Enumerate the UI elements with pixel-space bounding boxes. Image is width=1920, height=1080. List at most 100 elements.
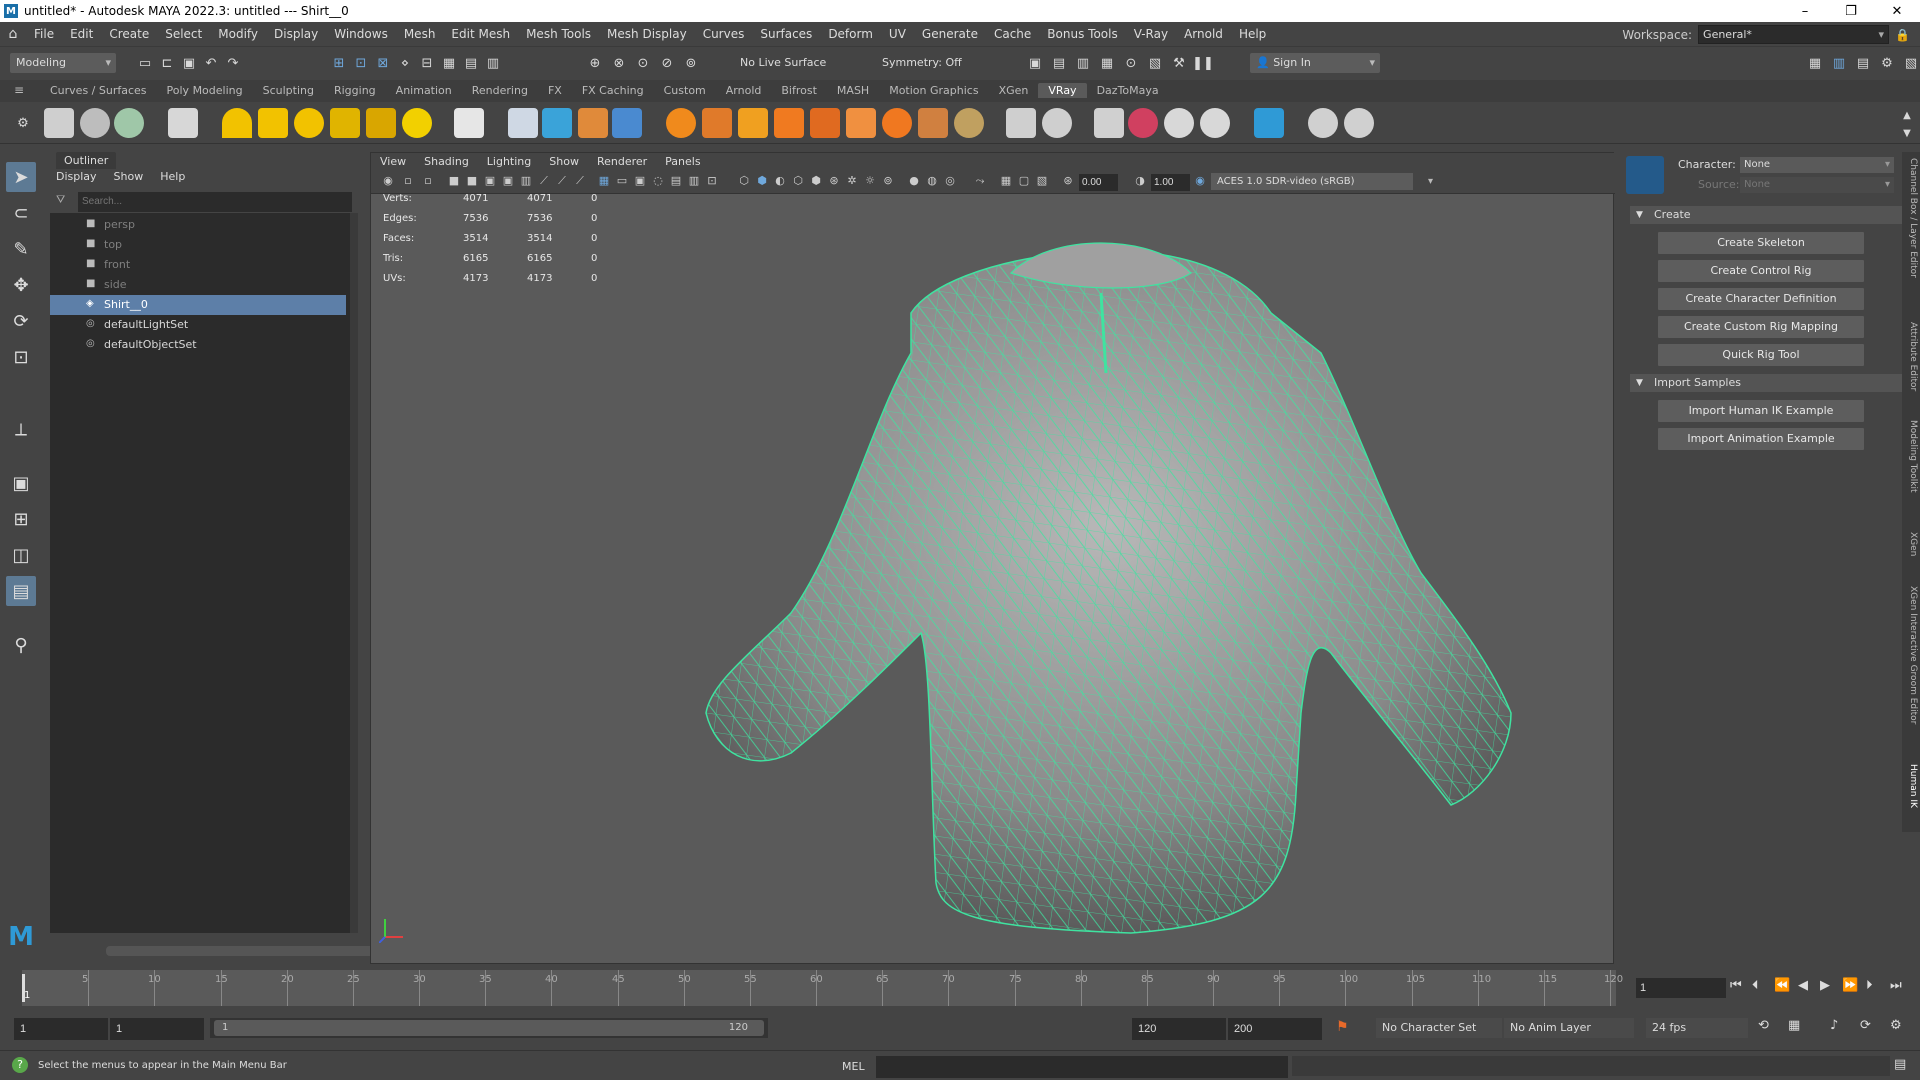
tool-settings-toggle-icon[interactable]: ⚙ (1878, 54, 1896, 72)
close-button[interactable]: ✕ (1874, 0, 1920, 22)
menu-create[interactable]: Create (101, 27, 157, 41)
range-slider-track[interactable]: 1 120 (210, 1018, 768, 1038)
sphere-light-icon[interactable] (294, 108, 324, 138)
menu-mesh-display[interactable]: Mesh Display (599, 27, 695, 41)
scale-tool-icon[interactable]: ⊡ (6, 342, 36, 372)
shelf-tab-mash[interactable]: MASH (827, 83, 879, 98)
rect-light-icon[interactable] (258, 108, 288, 138)
snap-grid-icon[interactable]: ⊕ (586, 54, 604, 72)
outliner-menu-display[interactable]: Display (56, 170, 97, 183)
hypershade-icon[interactable]: ▧ (1146, 54, 1164, 72)
shelf-scroll-down-icon[interactable]: ▼ (1898, 124, 1916, 142)
anim-layer-dropdown[interactable]: No Anim Layer (1504, 1018, 1634, 1038)
save-scene-icon[interactable]: ▣ (180, 54, 198, 72)
shelf-tab-rendering[interactable]: Rendering (462, 83, 538, 98)
import-samples-section-header[interactable]: Import Samples (1630, 374, 1918, 392)
go-to-end-icon[interactable]: ⏭ (1890, 978, 1902, 993)
create-custom-rig-mapping-button[interactable]: Create Custom Rig Mapping (1658, 316, 1864, 338)
menu-uv[interactable]: UV (881, 27, 914, 41)
proxy-export-icon[interactable] (508, 108, 538, 138)
isolate-select-icon[interactable]: ⬡ (737, 174, 751, 188)
render-sequence-icon[interactable]: ▤ (1050, 54, 1068, 72)
vray-render-icon[interactable]: ⚒ (1170, 54, 1188, 72)
playback-start-field[interactable] (110, 1018, 204, 1040)
outliner-search-input[interactable] (78, 192, 352, 212)
menu-edit[interactable]: Edit (62, 27, 101, 41)
xray-icon[interactable]: ▥ (687, 174, 701, 188)
menu-mesh[interactable]: Mesh (396, 27, 444, 41)
select-face-icon[interactable]: ▦ (440, 54, 458, 72)
snap-view-icon[interactable]: ⊘ (658, 54, 676, 72)
wireframe-icon[interactable]: ▭ (615, 174, 629, 188)
shelf-tab-rigging[interactable]: Rigging (324, 83, 386, 98)
vray-material-icon[interactable] (454, 108, 484, 138)
persp-outliner-layout-icon[interactable]: ◫ (6, 540, 36, 570)
auto-key-icon[interactable]: ⚑ (1336, 1019, 1349, 1035)
outliner-horizontal-scrollbar[interactable] (106, 946, 396, 956)
play-forwards-icon[interactable]: ▶ (1820, 978, 1830, 993)
snap-point-icon[interactable]: ⊙ (634, 54, 652, 72)
outliner-layout-icon[interactable]: ▤ (6, 576, 36, 606)
outliner-vertical-scrollbar[interactable] (350, 213, 358, 933)
viewport-menu-renderer[interactable]: Renderer (588, 153, 656, 171)
lock-selection-icon[interactable]: ▥ (484, 54, 502, 72)
step-back-key-icon[interactable]: ⏪ (1774, 978, 1790, 993)
open-scene-icon[interactable]: ⊏ (158, 54, 176, 72)
smooth-shade-icon[interactable]: ▣ (633, 174, 647, 188)
single-perspective-layout-icon[interactable]: ▣ (6, 468, 36, 498)
vray-object-properties-icon[interactable] (774, 108, 804, 138)
safe-action-icon[interactable]: ⟋ (555, 174, 569, 188)
playback-end-field[interactable] (1132, 1018, 1226, 1040)
shelf-tab-curves-surfaces[interactable]: Curves / Surfaces (40, 83, 157, 98)
character-dropdown[interactable]: None (1740, 157, 1894, 173)
viewport-menu-view[interactable]: View (371, 153, 415, 171)
outliner-filter-icon[interactable]: ⛛ (56, 193, 65, 207)
shelf-tab-arnold[interactable]: Arnold (716, 83, 772, 98)
vray-physical-camera-icon[interactable] (1094, 108, 1124, 138)
depth-of-field-icon[interactable]: ⊚ (881, 174, 895, 188)
vray-env-fog-icon[interactable] (1006, 108, 1036, 138)
gamma-field[interactable] (1151, 174, 1190, 191)
tab-xgen-groom-editor[interactable]: XGen Interactive Groom Editor (1904, 586, 1918, 724)
move-tool-icon[interactable]: ✥ (6, 270, 36, 300)
menu-set-dropdown[interactable]: Modeling ▾ (10, 53, 116, 73)
time-slider-bar[interactable]: 1 5 10 15 20 25 30 35 40 45 50 55 60 65 70 75 80 85 90 95 1… (22, 970, 1623, 1006)
vrmesh-icon[interactable] (612, 108, 642, 138)
animation-start-field[interactable] (14, 1018, 108, 1040)
human-ik-logo-icon[interactable] (1626, 156, 1664, 194)
new-scene-icon[interactable]: ▭ (136, 54, 154, 72)
redo-icon[interactable]: ↷ (224, 54, 242, 72)
isolate-view-icon[interactable]: ● (907, 174, 921, 188)
vray-cosmos-icon[interactable] (1164, 108, 1194, 138)
ipr-render-icon[interactable]: ▦ (1098, 54, 1116, 72)
film-gate-icon[interactable]: ▣ (483, 174, 497, 188)
ies-light-icon[interactable] (366, 108, 396, 138)
menu-edit-mesh[interactable]: Edit Mesh (443, 27, 518, 41)
vray-vfb-shelf-icon[interactable] (114, 108, 144, 138)
tab-human-ik[interactable]: Human IK (1904, 764, 1918, 808)
vray-texture-icon[interactable] (846, 108, 876, 138)
grid-toggle-icon[interactable]: ▦ (597, 174, 611, 188)
workspace-dropdown[interactable]: General* (1698, 25, 1890, 44)
vray-logo-icon[interactable] (1344, 108, 1374, 138)
shelf-menu-icon[interactable]: ≡ (14, 83, 24, 97)
outliner-item-persp[interactable]: ■ persp (50, 215, 346, 235)
select-object-icon[interactable]: ⊡ (352, 54, 370, 72)
step-back-frame-icon[interactable]: ⏴ (1752, 978, 1759, 993)
time-settings-icon[interactable]: ⟳ (1860, 1018, 1871, 1033)
camera-safe-icon[interactable]: ⤳ (973, 174, 987, 188)
four-view-layout-icon[interactable]: ⊞ (6, 504, 36, 534)
select-tool-icon[interactable]: ➤ (6, 162, 36, 192)
menu-generate[interactable]: Generate (914, 27, 986, 41)
outliner-item-default-light-set[interactable]: ◎ defaultLightSet (50, 315, 346, 335)
loop-icon[interactable]: ⟲ (1758, 1018, 1769, 1033)
menu-display[interactable]: Display (266, 27, 326, 41)
sign-in-dropdown[interactable]: 👤 Sign In ▾ (1250, 53, 1380, 73)
wireframe-shaded-icon[interactable]: ⬢ (755, 174, 769, 188)
two-sided-lighting-icon[interactable]: ▦ (999, 174, 1013, 188)
vray-cloud-icon[interactable] (1308, 108, 1338, 138)
character-set-dropdown[interactable]: No Character Set (1376, 1018, 1502, 1038)
pause-icon[interactable]: ❚❚ (1192, 54, 1214, 72)
exposure-field[interactable] (1079, 174, 1118, 191)
gamma-icon[interactable]: ◑ (1133, 174, 1147, 188)
